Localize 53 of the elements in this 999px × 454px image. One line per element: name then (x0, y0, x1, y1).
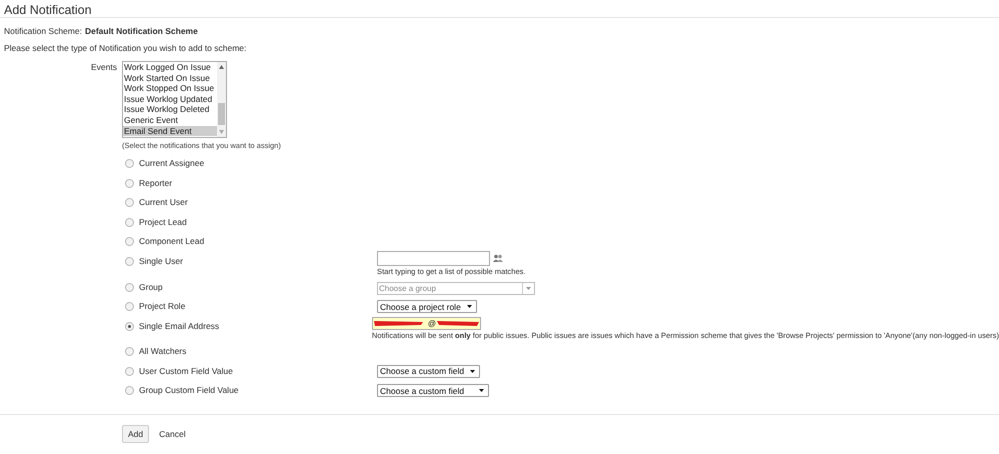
scroll-down-icon (219, 130, 224, 134)
email-field[interactable]: @ (372, 316, 481, 330)
event-option[interactable]: Generic Event (123, 114, 217, 126)
radio-button[interactable] (125, 366, 134, 376)
option-label: Component Lead (139, 236, 206, 246)
option-label: Single User (139, 256, 184, 266)
radio-button[interactable] (125, 386, 134, 395)
event-option[interactable]: Work Started On Issue (123, 72, 217, 84)
events-label: Events (90, 61, 117, 74)
option-label: Group Custom Field Value (139, 385, 240, 395)
radio-button[interactable] (125, 237, 134, 246)
caret-icon (526, 286, 531, 290)
instruction-text: Please select the type of Notification you wish to add to scheme: (3, 42, 248, 53)
option-label: Project Role (139, 301, 186, 311)
radio-button[interactable] (125, 198, 134, 207)
radio-button[interactable] (125, 282, 134, 292)
cancel-link[interactable]: Cancel (159, 428, 186, 438)
users-icon (493, 254, 503, 262)
scheme-label: Notification Scheme: (4, 26, 82, 36)
dropdown[interactable]: Choose a project role (377, 300, 477, 313)
event-option[interactable]: Issue Worklog Updated (123, 94, 217, 104)
option-label: Current Assignee (139, 158, 206, 168)
radio-button[interactable] (125, 159, 134, 168)
dropdown[interactable]: Choose a custom field (377, 384, 490, 397)
option-label: Group (139, 282, 164, 292)
radio-button[interactable] (125, 178, 134, 188)
option-label: User Custom Field Value (139, 366, 234, 376)
radio-button[interactable] (125, 347, 134, 356)
scheme-name: Default Notification Scheme (84, 26, 198, 36)
dropdown[interactable]: Choose a custom field (377, 364, 480, 378)
caret-icon (479, 389, 484, 392)
option-label: All Watchers (139, 346, 188, 356)
option-label: Current User (139, 197, 189, 207)
radio-button[interactable] (125, 322, 134, 330)
scroll-up-icon (219, 65, 224, 69)
user-field[interactable] (377, 250, 490, 266)
events-listbox[interactable]: Work Logged On Issue Work Started On Issue Work Stopped On Issue Issue Worklog Updated Issue Worklog Deleted Generic Event Email Send Event (122, 61, 227, 138)
option-label: Project Lead (139, 216, 188, 226)
event-option[interactable]: Work Logged On Issue (123, 62, 217, 73)
page-title: Add Notification (3, 2, 93, 17)
scrollbar-thumb[interactable] (218, 103, 225, 125)
radio-button[interactable] (125, 302, 134, 311)
event-option[interactable]: Work Stopped On Issue (123, 83, 217, 94)
caret-icon (466, 305, 472, 308)
option-label: Single Email Address (138, 320, 220, 330)
caret-icon (470, 370, 476, 372)
radio-button[interactable] (125, 256, 134, 266)
option-label: Reporter (139, 178, 174, 188)
group-picker[interactable]: Choose a group (377, 282, 535, 294)
event-option[interactable]: Email Send Event (123, 126, 217, 136)
event-option[interactable]: Issue Worklog Deleted (123, 104, 217, 115)
add-button[interactable]: Add (122, 424, 150, 442)
radio-button[interactable] (125, 218, 134, 226)
